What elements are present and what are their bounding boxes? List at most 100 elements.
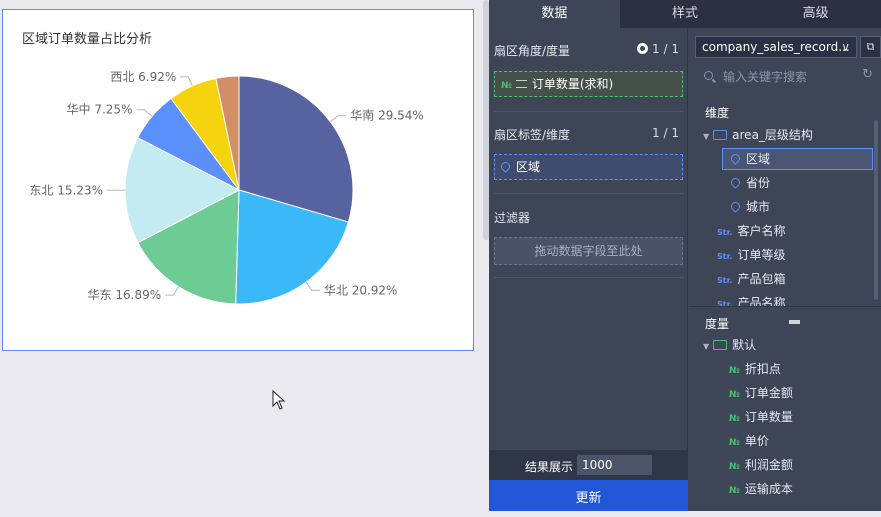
tab-data[interactable]: 数据 bbox=[489, 0, 620, 28]
field-label: 产品名称 bbox=[737, 296, 785, 306]
angle-section-count: 1 / 1 bbox=[637, 42, 679, 56]
section-divider bbox=[689, 306, 881, 307]
geo-pin-icon bbox=[729, 200, 742, 213]
label-field-chip[interactable]: 区域 bbox=[494, 154, 683, 180]
slice-data-label: 东北 15.23% bbox=[29, 183, 103, 197]
label-section-title: 扇区标签/维度 bbox=[494, 126, 570, 143]
slice-data-label: 华北 20.92% bbox=[324, 283, 398, 297]
field-label: 折扣点 bbox=[745, 362, 781, 376]
search-input[interactable]: 输入关键字搜索 bbox=[723, 68, 807, 85]
measure-item-unit-price[interactable]: № 单价 bbox=[729, 430, 769, 452]
caret-down-icon: ▼ bbox=[703, 342, 709, 351]
angle-section-title: 扇区角度/度量 bbox=[494, 42, 570, 59]
search-icon bbox=[704, 71, 713, 80]
field-config-column: 扇区角度/度量 1 / 1 № 订单数量(求和) 扇区标签/维度 1 / 1 区域… bbox=[489, 28, 688, 511]
edit-dataset-icon[interactable]: ⧉ bbox=[860, 36, 881, 58]
result-count-input[interactable]: 1000 bbox=[577, 455, 652, 475]
number-type-icon: № bbox=[729, 366, 740, 376]
measure-item-shipping[interactable]: № 运输成本 bbox=[729, 478, 793, 500]
field-label: 订单金额 bbox=[745, 386, 793, 400]
field-label: 订单等级 bbox=[737, 248, 785, 262]
dataset-name: company_sales_record... bbox=[702, 40, 850, 54]
number-type-icon: № bbox=[729, 486, 740, 496]
label-section-count: 1 / 1 bbox=[652, 126, 679, 140]
dataset-select[interactable]: company_sales_record... ∨ bbox=[695, 36, 857, 58]
tab-style[interactable]: 样式 bbox=[620, 0, 751, 28]
folder-icon bbox=[713, 130, 727, 140]
measure-item-order-count[interactable]: № 订单数量 bbox=[729, 406, 793, 428]
field-label: 单价 bbox=[745, 434, 769, 448]
label-leader-line bbox=[165, 287, 178, 295]
field-label: 区域 bbox=[746, 152, 770, 166]
field-item-product[interactable]: Str.产品名称 bbox=[717, 292, 785, 306]
field-item-city[interactable]: 城市 bbox=[731, 196, 770, 218]
number-type-icon: № bbox=[729, 414, 740, 424]
measure-item-profit[interactable]: № 利润金额 bbox=[729, 454, 793, 476]
slice-data-label: 西北 6.92% bbox=[110, 70, 176, 84]
string-type-icon: Str. bbox=[717, 276, 732, 285]
label-leader-line bbox=[330, 116, 346, 122]
field-search[interactable]: 输入关键字搜索 ↻ bbox=[695, 64, 881, 88]
collapse-icon[interactable] bbox=[789, 320, 800, 324]
result-label: 结果展示 bbox=[525, 458, 573, 475]
measure-folder[interactable]: ▼ 默认 bbox=[703, 334, 756, 356]
measure-item-discount[interactable]: № 折扣点 bbox=[729, 358, 781, 380]
settings-icon[interactable] bbox=[637, 43, 648, 54]
canvas-area: 区域订单数量占比分析 华南 29.54%华北 20.92%华东 16.89%东北… bbox=[0, 0, 489, 511]
filter-drop-zone[interactable]: 拖动数据字段至此处 bbox=[494, 237, 683, 265]
geo-pin-icon bbox=[729, 176, 742, 189]
refresh-icon[interactable]: ↻ bbox=[862, 67, 873, 82]
field-label: 运输成本 bbox=[745, 482, 793, 496]
number-type-icon: № bbox=[729, 462, 740, 472]
section-divider bbox=[494, 193, 683, 194]
section-divider bbox=[494, 277, 683, 278]
field-label: 省份 bbox=[746, 176, 770, 190]
label-leader-line bbox=[136, 110, 152, 116]
mouse-cursor-icon bbox=[272, 390, 288, 412]
tab-advanced[interactable]: 高级 bbox=[750, 0, 881, 28]
measure-type-icon: № bbox=[501, 81, 512, 91]
caret-down-icon: ▼ bbox=[703, 132, 709, 141]
slice-data-label: 华南 29.54% bbox=[350, 108, 424, 123]
string-type-icon: Str. bbox=[717, 252, 732, 261]
config-panel: 数据 样式 高级 扇区角度/度量 1 / 1 № 订单数量(求和) 扇区标签/维度… bbox=[489, 0, 881, 511]
slice-data-label: 华中 7.25% bbox=[67, 102, 133, 117]
label-leader-line bbox=[306, 282, 320, 290]
dimension-header: 维度 bbox=[705, 104, 729, 121]
filter-section-title: 过滤器 bbox=[494, 209, 530, 226]
dimension-scrollbar[interactable] bbox=[874, 120, 878, 300]
update-button[interactable]: 更新 bbox=[489, 480, 688, 511]
measure-item-order-amount[interactable]: № 订单金额 bbox=[729, 382, 793, 404]
field-item-package[interactable]: Str.产品包箱 bbox=[717, 268, 785, 290]
section-divider bbox=[494, 111, 683, 112]
folder-icon bbox=[713, 340, 727, 350]
field-list-column: company_sales_record... ∨ ⧉ 输入关键字搜索 ↻ 维度… bbox=[689, 28, 881, 511]
sort-icon bbox=[516, 80, 527, 88]
label-leader-line bbox=[180, 77, 192, 86]
number-type-icon: № bbox=[729, 390, 740, 400]
number-type-icon: № bbox=[729, 438, 740, 448]
field-label: 利润金额 bbox=[745, 458, 793, 472]
angle-field-chip[interactable]: № 订单数量(求和) bbox=[494, 71, 683, 97]
slice-data-label: 华东 16.89% bbox=[88, 288, 162, 302]
dimension-folder-label: area_层级结构 bbox=[732, 128, 813, 142]
string-type-icon: Str. bbox=[717, 228, 732, 237]
label-field-label: 区域 bbox=[516, 160, 540, 174]
angle-field-label: 订单数量(求和) bbox=[532, 77, 613, 91]
field-item-customer[interactable]: Str. 客户名称 bbox=[717, 220, 785, 242]
panel-tabs: 数据 样式 高级 bbox=[489, 0, 881, 28]
chart-card[interactable]: 区域订单数量占比分析 华南 29.54%华北 20.92%华东 16.89%东北… bbox=[2, 9, 474, 351]
field-label: 订单数量 bbox=[745, 410, 793, 424]
measure-header: 度量 bbox=[705, 315, 729, 332]
field-item-province[interactable]: 省份 bbox=[731, 172, 770, 194]
dimension-folder[interactable]: ▼ area_层级结构 bbox=[703, 124, 813, 146]
measure-folder-label: 默认 bbox=[732, 338, 756, 352]
chevron-down-icon: ∨ bbox=[841, 37, 850, 57]
field-item-order-level[interactable]: Str. 订单等级 bbox=[717, 244, 785, 266]
field-item-region[interactable]: 区域 bbox=[722, 148, 873, 170]
geo-pin-icon bbox=[499, 160, 512, 173]
result-bar: 结果展示 1000 bbox=[489, 450, 688, 480]
angle-count-value: 1 / 1 bbox=[652, 42, 679, 56]
geo-pin-icon bbox=[729, 152, 742, 165]
field-label: 客户名称 bbox=[737, 224, 785, 238]
